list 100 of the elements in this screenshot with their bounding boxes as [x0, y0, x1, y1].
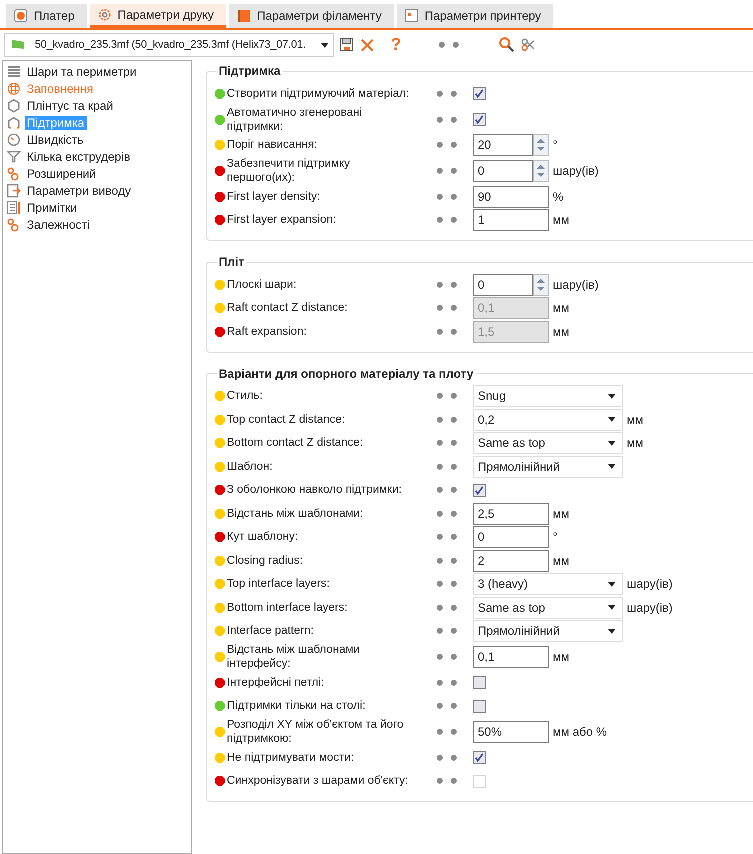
sidebar-item[interactable]: Розширений — [25, 166, 98, 180]
support-icon — [7, 116, 21, 130]
text-field[interactable]: 90 — [473, 186, 549, 208]
setting-label: Raft contact Z distance: — [227, 301, 349, 316]
text-field[interactable]: 1 — [473, 209, 549, 232]
status-dots-icon — [435, 280, 459, 289]
checkbox[interactable] — [473, 751, 486, 764]
text-field[interactable]: 50% — [473, 721, 549, 743]
number-field[interactable]: 20 — [473, 134, 533, 156]
unit-label: шару(ів) — [627, 600, 673, 615]
close-icon[interactable] — [360, 38, 375, 52]
setting-label: Не підтримувати мости: — [227, 750, 356, 765]
setting-label: Шаблон: — [227, 460, 274, 474]
spin-buttons-icon[interactable] — [533, 160, 549, 182]
setting-label: Стиль: — [227, 389, 264, 404]
caret-icon — [321, 42, 329, 48]
status-dots-icon — [435, 653, 459, 661]
plater-icon — [14, 9, 28, 23]
search-icon[interactable] — [499, 37, 516, 53]
text-field[interactable]: 2 — [473, 550, 549, 572]
unit-label: мм — [553, 213, 570, 228]
status-dots-icon — [435, 510, 459, 518]
setting-label: First layer density: — [227, 190, 322, 204]
sidebar-item[interactable]: Кілька екструдерів — [25, 150, 133, 164]
tab[interactable]: Платер — [6, 4, 87, 28]
unit-label: ° — [553, 530, 558, 544]
status-dots-icon — [435, 439, 459, 448]
unit-label: мм — [553, 324, 570, 339]
spin-buttons-icon[interactable] — [533, 134, 549, 156]
unit-label: мм — [553, 506, 570, 521]
sidebar-item[interactable]: Примітки — [25, 200, 80, 214]
checkbox[interactable] — [473, 676, 486, 690]
setting-label: Поріг нависання: — [227, 138, 319, 152]
status-dots-icon — [435, 678, 459, 687]
spin-buttons-icon[interactable] — [533, 274, 549, 296]
status-dots-icon — [435, 580, 459, 588]
sidebar-item[interactable]: Шари та периметри — [25, 64, 139, 78]
text-field[interactable]: 0,1 — [473, 646, 549, 668]
dropdown[interactable]: Snug — [473, 385, 623, 408]
setting-label: Автоматично згенеровані підтримки: — [227, 106, 364, 134]
layers-icon — [7, 64, 21, 78]
sidebar-item[interactable]: Залежності — [25, 218, 92, 232]
sidebar-item[interactable]: Швидкість — [25, 132, 86, 146]
text-field[interactable]: 2,5 — [473, 502, 549, 525]
setting-label: Розподіл XY між об'єктом та його підтримкою: — [227, 718, 405, 746]
status-dots-icon — [435, 728, 459, 736]
unit-label: % — [553, 190, 564, 204]
preset-dropdown[interactable]: 50_kvadro_235.3mf (50_kvadro_235.3mf (Helix73_07.01. — [4, 33, 334, 57]
unit-label: мм — [553, 650, 570, 664]
dropdown[interactable]: Same as top — [473, 596, 623, 619]
status-dots-icon — [435, 604, 459, 612]
save-icon[interactable] — [340, 38, 354, 52]
setting-label: Відстань між шаблонами: — [227, 506, 364, 521]
setting-label: First layer expansion: — [227, 213, 338, 228]
hexagon-icon — [7, 98, 21, 112]
setting-label: Інтерфейсні петлі: — [227, 676, 326, 690]
status-dots-icon — [435, 416, 459, 424]
tab[interactable]: Параметри принтеру — [396, 4, 554, 28]
number-field[interactable]: 0 — [473, 160, 533, 182]
dropdown[interactable]: Same as top — [473, 432, 623, 454]
caret-icon — [608, 582, 616, 587]
dropdown[interactable]: Прямолінійний — [473, 620, 623, 642]
funnel-icon — [7, 150, 21, 164]
setting-label: З оболонкою навколо підтримки: — [227, 483, 403, 498]
setting-label: Interface pattern: — [227, 624, 315, 638]
status-dots-icon — [435, 486, 459, 494]
text-field[interactable]: 0 — [473, 526, 549, 548]
unit-label: мм — [627, 412, 644, 427]
dropdown[interactable]: 3 (heavy) — [473, 573, 623, 596]
status-dots-icon — [435, 304, 459, 312]
gear-icon — [98, 8, 112, 22]
dropdown[interactable]: 0,2 — [473, 408, 623, 431]
caret-icon — [608, 440, 616, 446]
sidebar-item[interactable]: Плінтус та край — [25, 98, 116, 112]
checkbox[interactable] — [473, 484, 486, 497]
status-dots-icon — [435, 556, 459, 565]
status-dots-icon — [435, 192, 459, 201]
setting-label: Bottom interface layers: — [227, 600, 349, 615]
unit-label: шару(ів) — [553, 164, 599, 178]
unit-label: шару(ів) — [627, 577, 673, 592]
setting-label: Забезпечити підтримку першого(их): — [227, 157, 352, 185]
clock-icon — [7, 132, 21, 146]
status-dots-icon — [435, 167, 459, 175]
unit-label: мм або % — [553, 725, 608, 739]
setting-label: Closing radius: — [227, 554, 304, 568]
dropdown[interactable]: Прямолінійний — [473, 456, 623, 478]
status-dots-icon — [435, 116, 459, 124]
caret-icon — [608, 464, 616, 470]
status-dots-icon — [435, 702, 459, 710]
export-icon — [7, 184, 21, 198]
status-dots-icon — [435, 392, 459, 400]
sidebar-item[interactable]: Параметри виводу — [25, 184, 134, 198]
tab[interactable]: Параметри друку — [90, 4, 226, 28]
status-dots-icon — [435, 754, 459, 762]
tab[interactable]: Параметри філаменту — [229, 4, 394, 28]
notes-icon — [7, 200, 21, 214]
checkbox[interactable] — [473, 700, 486, 713]
checkbox[interactable] — [473, 113, 486, 126]
checkbox[interactable] — [473, 87, 486, 100]
number-field[interactable]: 0 — [473, 274, 533, 296]
